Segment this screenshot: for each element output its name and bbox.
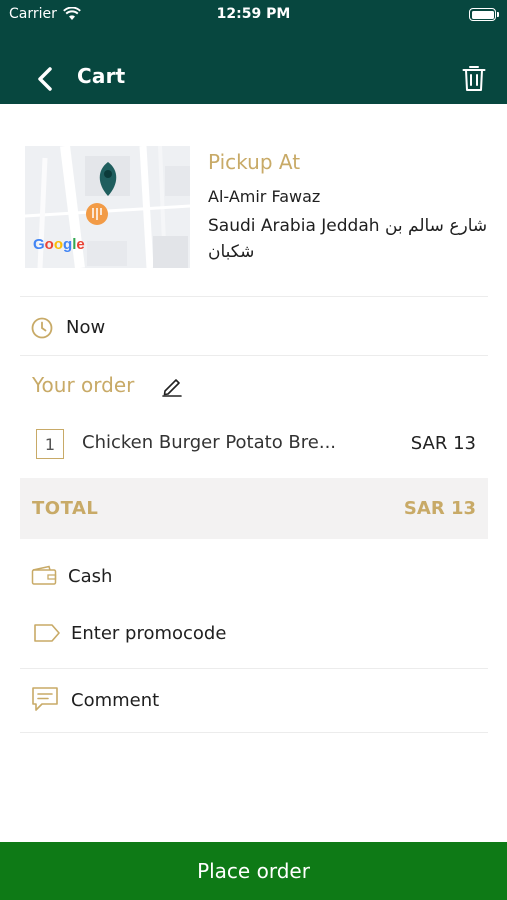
- payment-label: Cash: [68, 566, 113, 587]
- total-value: SAR 13: [403, 498, 476, 519]
- app-header: Carrier 12:59 PM Cart: [0, 0, 507, 104]
- divider: [20, 732, 488, 733]
- your-order-heading: Your order: [32, 373, 135, 397]
- map-google-logo: Google: [33, 236, 85, 253]
- item-name: Chicken Burger Potato Bre...: [82, 432, 337, 453]
- total-row: TOTAL SAR 13: [20, 478, 488, 539]
- promocode-row[interactable]: Enter promocode: [20, 612, 488, 656]
- divider: [20, 296, 488, 297]
- payment-method-row[interactable]: Cash: [20, 555, 488, 599]
- schedule-row[interactable]: Now: [20, 300, 488, 355]
- wallet-icon: [31, 565, 57, 585]
- nav-bar: Cart: [0, 52, 507, 104]
- back-button[interactable]: [30, 64, 60, 94]
- schedule-label: Now: [66, 317, 106, 338]
- trash-icon: [462, 66, 486, 91]
- tag-icon: [34, 624, 60, 642]
- total-label: TOTAL: [32, 498, 99, 519]
- item-quantity: 1: [36, 429, 64, 459]
- pencil-icon[interactable]: [161, 375, 183, 397]
- delete-cart-button[interactable]: [459, 62, 489, 94]
- place-order-button[interactable]: Place order: [0, 842, 507, 900]
- chevron-left-icon: [38, 67, 52, 91]
- item-price: SAR 13: [410, 433, 476, 454]
- divider: [20, 355, 488, 356]
- pickup-map[interactable]: Google: [25, 146, 190, 268]
- promocode-label: Enter promocode: [71, 623, 227, 644]
- comment-row[interactable]: Comment: [20, 677, 488, 725]
- pickup-label: Pickup At: [208, 150, 301, 174]
- vendor-name: Al-Amir Fawaz: [208, 187, 321, 206]
- pickup-address: Saudi Arabia Jeddah شارع سالم بن شكبان: [208, 216, 488, 262]
- page-title: Cart: [77, 64, 126, 88]
- battery-icon: [469, 8, 499, 21]
- comment-icon: [32, 687, 58, 711]
- status-bar: Carrier 12:59 PM: [0, 0, 507, 30]
- divider: [20, 668, 488, 669]
- status-time: 12:59 PM: [216, 6, 291, 22]
- comment-label: Comment: [71, 690, 160, 711]
- order-item-row[interactable]: 1 Chicken Burger Potato Bre... SAR 13: [20, 422, 488, 466]
- clock-icon: [31, 317, 53, 338]
